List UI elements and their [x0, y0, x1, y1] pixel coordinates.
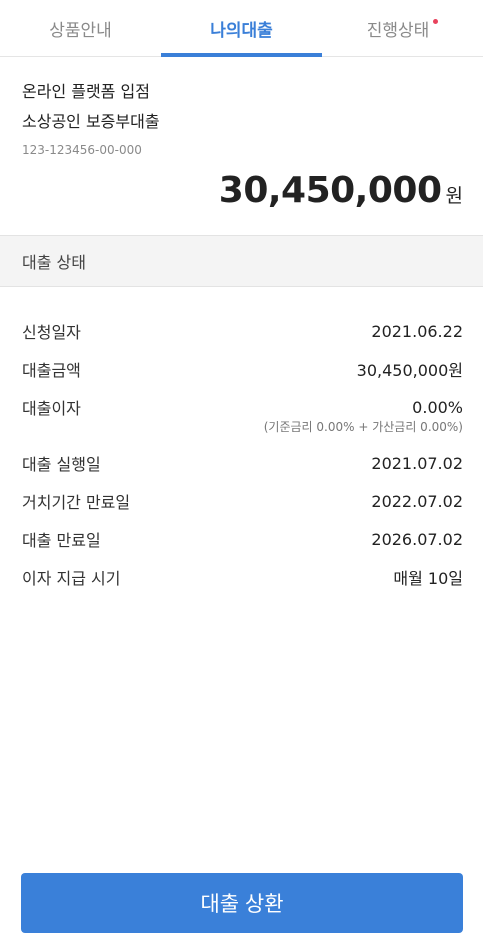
detail-row-maturity: 대출 만료일 2026.07.02 — [22, 520, 463, 558]
detail-value: 30,450,000원 — [356, 361, 463, 380]
detail-row-apply-date: 신청일자 2021.06.22 — [22, 312, 463, 350]
section-title: 대출 상태 — [22, 253, 86, 272]
detail-value: 매월 10일 — [393, 569, 463, 588]
loan-amount-value: 30,450,000 — [218, 170, 442, 211]
repay-loan-button[interactable]: 대출 상환 — [21, 873, 463, 933]
detail-label: 대출 실행일 — [22, 455, 101, 474]
product-name-line1: 온라인 플랫폼 입점 — [22, 82, 150, 101]
detail-row-exec-date: 대출 실행일 2021.07.02 — [22, 444, 463, 482]
loan-amount-display: 30,450,000 원 — [219, 170, 463, 211]
detail-label: 신청일자 — [22, 323, 81, 342]
detail-value: 2026.07.02 — [371, 529, 463, 549]
section-header-loan-status: 대출 상태 — [0, 235, 483, 287]
product-name-line2: 소상공인 보증부대출 — [22, 112, 160, 131]
detail-value: 0.00% — [412, 397, 463, 417]
account-number: 123-123456-00-000 — [22, 143, 142, 157]
product-info: 온라인 플랫폼 입점 소상공인 보증부대출 123-123456-00-000 — [22, 77, 463, 157]
tab-label: 나의대출 — [210, 20, 273, 41]
interest-breakdown-note: (기준금리 0.00% + 가산금리 0.00%) — [263, 420, 463, 434]
tab-label: 진행상태 — [366, 20, 430, 41]
detail-label: 이자 지급 시기 — [22, 569, 121, 588]
detail-row-grace-end: 거치기간 만료일 2022.07.02 — [22, 482, 463, 520]
tab-my-loan[interactable]: 나의대출 — [161, 0, 322, 57]
notification-dot-icon — [433, 18, 439, 24]
detail-value: 2021.07.02 — [371, 453, 463, 473]
tab-product-info[interactable]: 상품안내 — [0, 0, 161, 56]
loan-amount-unit: 원 — [445, 185, 463, 207]
detail-label: 대출금액 — [22, 361, 81, 380]
detail-value: 2021.06.22 — [371, 321, 463, 341]
detail-row-loan-amount: 대출금액 30,450,000원 — [22, 350, 463, 388]
loan-details: 신청일자 2021.06.22 대출금액 30,450,000원 대출이자 0.… — [22, 312, 463, 596]
tab-progress-status[interactable]: 진행상태 — [322, 0, 483, 56]
detail-label: 대출이자 — [22, 399, 81, 418]
detail-label: 대출 만료일 — [22, 531, 101, 550]
detail-value: 2022.07.02 — [371, 491, 463, 511]
tab-label: 상품안내 — [49, 20, 112, 41]
detail-label: 거치기간 만료일 — [22, 493, 131, 512]
tab-bar: 상품안내 나의대출 진행상태 — [0, 0, 483, 57]
detail-row-pay-day: 이자 지급 시기 매월 10일 — [22, 558, 463, 596]
